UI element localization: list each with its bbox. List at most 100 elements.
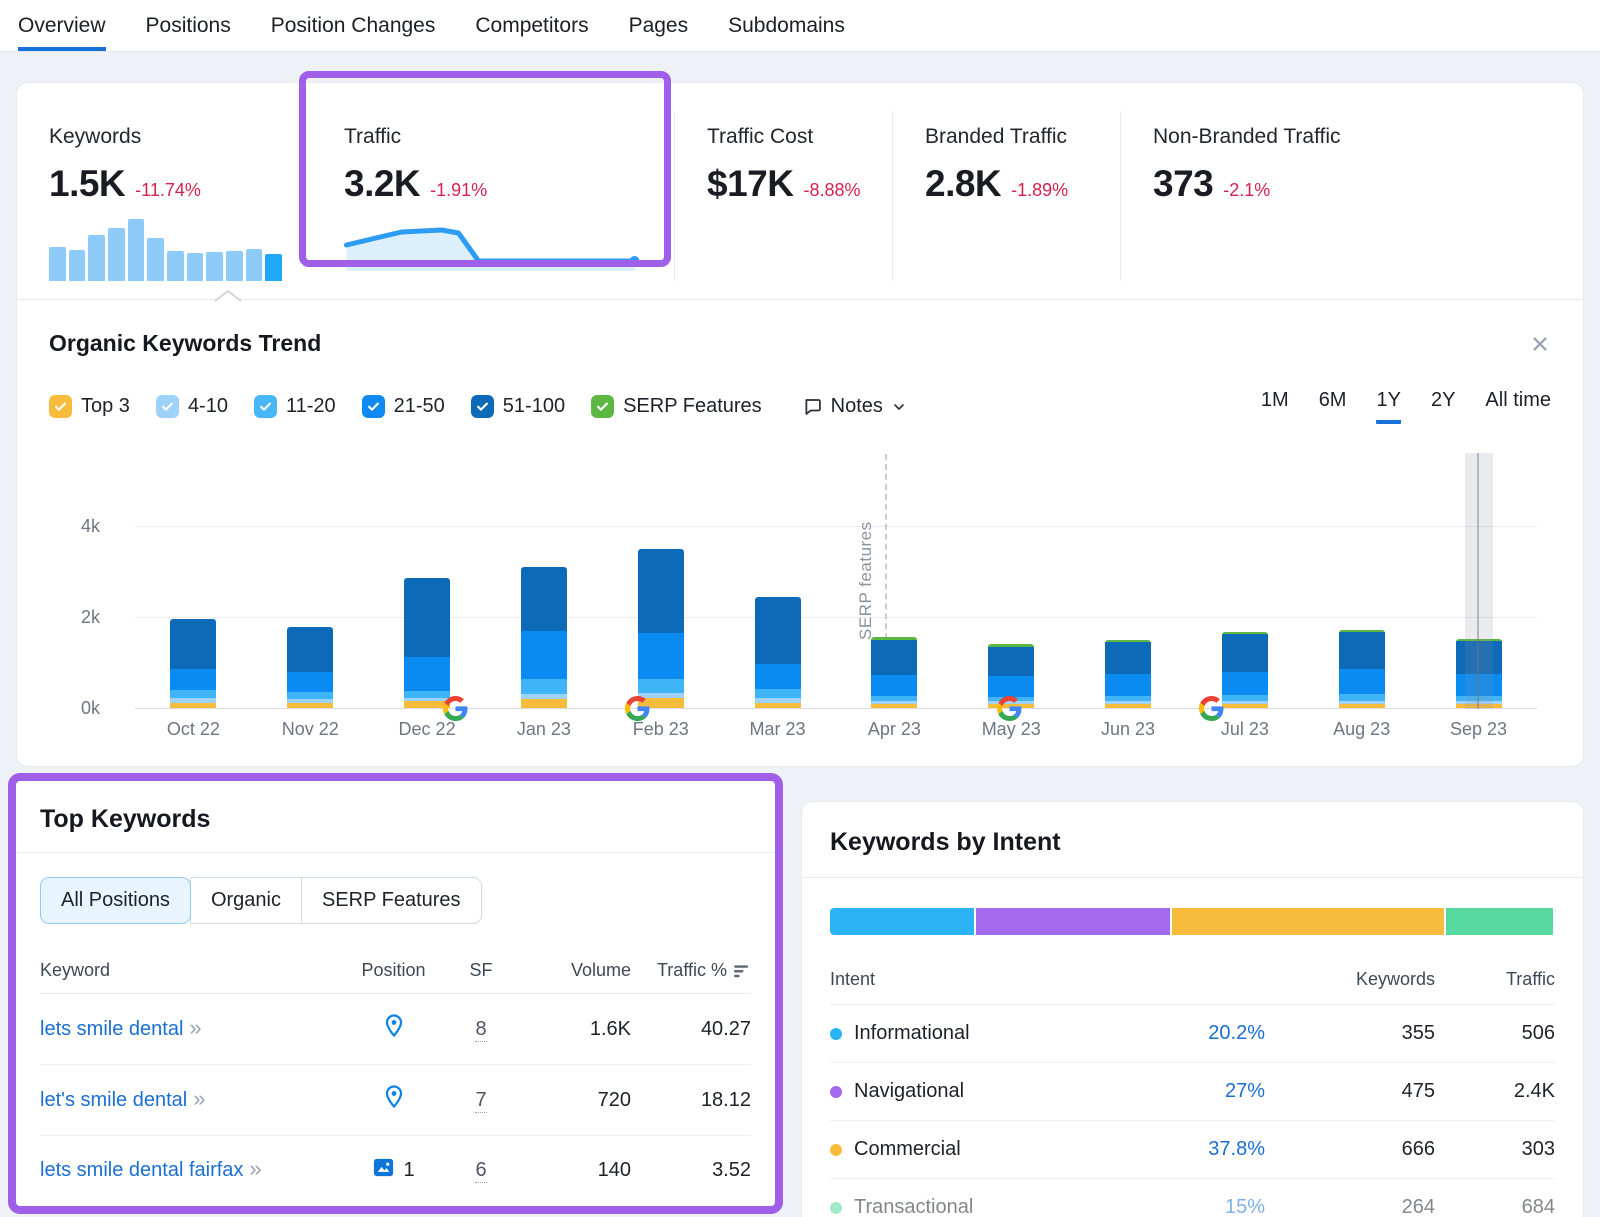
month-group-jan-23: [485, 454, 602, 709]
stacked-bar-dec-22[interactable]: [404, 578, 450, 708]
double-chevron-icon[interactable]: »: [193, 1086, 205, 1111]
intent-segment-commercial[interactable]: [1172, 908, 1446, 935]
legend-toggle-serp-features[interactable]: SERP Features: [591, 395, 762, 418]
intent-share-link[interactable]: 15%: [1115, 1179, 1265, 1217]
bar-segment-21-50: [404, 657, 450, 691]
tab-all-positions[interactable]: All Positions: [40, 877, 191, 924]
sf-count-link[interactable]: 6: [475, 1159, 486, 1183]
range-tab-6m[interactable]: 6M: [1319, 389, 1347, 424]
bar-segment-11-20: [287, 692, 333, 699]
intent-name-cell: Commercial: [830, 1121, 1115, 1178]
intent-label: Informational: [854, 1022, 970, 1045]
stacked-bar-aug-23[interactable]: [1339, 630, 1385, 708]
intent-segment-informational[interactable]: [830, 908, 976, 935]
nav-tab-position-changes[interactable]: Position Changes: [271, 0, 436, 51]
range-tab-2y[interactable]: 2Y: [1431, 389, 1455, 424]
legend-toggle-11-20[interactable]: 11-20: [254, 395, 336, 418]
tab-serp-features[interactable]: SERP Features: [301, 877, 482, 924]
stacked-bar-nov-22[interactable]: [287, 627, 333, 708]
double-chevron-icon[interactable]: »: [189, 1015, 201, 1040]
keyword-link[interactable]: let's smile dental: [40, 1089, 187, 1111]
sf-cell: 6: [446, 1140, 516, 1201]
branded-delta: -1.89%: [1011, 180, 1068, 201]
nav-tab-subdomains[interactable]: Subdomains: [728, 0, 845, 51]
legend-toggle-51-100[interactable]: 51-100: [471, 395, 565, 418]
intent-keywords-value: 355: [1265, 1005, 1435, 1062]
intent-segment-transactional[interactable]: [1446, 908, 1555, 935]
month-group-sep-23: [1420, 454, 1537, 709]
intent-share-link[interactable]: 27%: [1115, 1063, 1265, 1120]
metric-card-branded-traffic[interactable]: Branded Traffic 2.8K -1.89%: [892, 111, 1120, 281]
col-sf: SF: [446, 960, 516, 981]
traffic-value: 3.2K: [344, 163, 420, 205]
bar-segment-51-100: [638, 549, 684, 634]
intent-segment-navigational[interactable]: [976, 908, 1172, 935]
position-flex: [382, 1013, 406, 1045]
keywords-spark-bar: [167, 251, 184, 281]
keyword-link[interactable]: lets smile dental fairfax: [40, 1159, 243, 1181]
intent-share-link[interactable]: 37.8%: [1115, 1121, 1265, 1178]
nav-tab-positions[interactable]: Positions: [146, 0, 231, 51]
keywords-spark-bar: [187, 253, 204, 281]
notes-dropdown[interactable]: Notes: [802, 395, 907, 418]
legend-toggle-21-50[interactable]: 21-50: [362, 395, 445, 418]
y-tick-0k: 0k: [81, 698, 125, 719]
intent-traffic-value: 506: [1435, 1005, 1555, 1062]
sf-count-link[interactable]: 8: [475, 1018, 486, 1042]
legend-toggle-top-3[interactable]: Top 3: [49, 395, 130, 418]
metric-card-traffic-cost[interactable]: Traffic Cost $17K -8.88%: [674, 111, 892, 281]
intent-share-link[interactable]: 20.2%: [1115, 1005, 1265, 1062]
stacked-bar-jul-23[interactable]: [1222, 632, 1268, 708]
metric-card-non-branded-traffic[interactable]: Non-Branded Traffic 373 -2.1%: [1120, 111, 1583, 281]
keywords-spark-bar: [206, 252, 223, 281]
tab-organic[interactable]: Organic: [190, 877, 302, 924]
keyword-link[interactable]: lets smile dental: [40, 1018, 183, 1040]
metric-card-keywords[interactable]: Keywords 1.5K -11.74%: [17, 111, 302, 281]
top-keywords-header: Keyword Position SF Volume Traffic %: [40, 946, 751, 994]
col-keyword: Keyword: [40, 960, 341, 981]
stacked-bar-mar-23[interactable]: [755, 597, 801, 708]
location-pin-icon: [382, 1084, 406, 1116]
bar-segment-top-3: [170, 703, 216, 709]
range-tab-1m[interactable]: 1M: [1261, 389, 1289, 424]
metric-card-traffic[interactable]: Traffic 3.2K -1.91%: [302, 111, 674, 281]
x-label-jul-23: Jul 23: [1186, 719, 1303, 740]
stacked-bar-oct-22[interactable]: [170, 619, 216, 708]
volume-cell: 140: [516, 1140, 631, 1201]
stacked-bar-apr-23[interactable]: [871, 637, 917, 708]
stacked-bar-jun-23[interactable]: [1105, 640, 1151, 708]
keywords-by-intent-card: Keywords by Intent Intent Keywords Traff…: [801, 801, 1584, 1217]
stacked-bar-feb-23[interactable]: [638, 549, 684, 708]
nav-tab-competitors[interactable]: Competitors: [475, 0, 588, 51]
intent-dot-icon: [830, 1028, 842, 1040]
google-icon: [997, 696, 1022, 721]
checkbox-checked-icon: [156, 395, 179, 418]
keyword-cell: lets smile dental fairfax »: [40, 1136, 341, 1204]
branded-value: 2.8K: [925, 163, 1001, 205]
bar-segment-51-100: [1339, 632, 1385, 669]
traffic-pct-cell: 3.52: [631, 1140, 751, 1201]
y-tick-2k: 2k: [81, 607, 125, 628]
sort-desc-icon[interactable]: [734, 963, 751, 979]
note-bubble-icon: [802, 396, 823, 417]
legend-toggle-4-10[interactable]: 4-10: [156, 395, 228, 418]
branded-label: Branded Traffic: [925, 125, 1100, 149]
trend-legend: Top 3 4-10 11-20 21-50 51-100 SERP Features: [49, 395, 762, 418]
notes-label: Notes: [831, 395, 883, 418]
top-keywords-tabs: All PositionsOrganicSERP Features: [40, 877, 482, 924]
nav-tab-overview[interactable]: Overview: [18, 0, 106, 51]
month-group-oct-22: [135, 454, 252, 709]
month-group-dec-22: [369, 454, 486, 709]
double-chevron-icon[interactable]: »: [249, 1156, 261, 1181]
stacked-bar-jan-23[interactable]: [521, 567, 567, 708]
range-tab-all-time[interactable]: All time: [1485, 389, 1551, 424]
sf-count-link[interactable]: 7: [475, 1089, 486, 1113]
x-label-mar-23: Mar 23: [719, 719, 836, 740]
google-icon: [1199, 696, 1224, 721]
keywords-label: Keywords: [49, 125, 282, 149]
legend-label: 51-100: [503, 395, 565, 418]
bar-segment-51-100: [755, 597, 801, 664]
range-tab-1y[interactable]: 1Y: [1376, 389, 1400, 424]
close-icon[interactable]: [1529, 333, 1551, 355]
nav-tab-pages[interactable]: Pages: [629, 0, 689, 51]
